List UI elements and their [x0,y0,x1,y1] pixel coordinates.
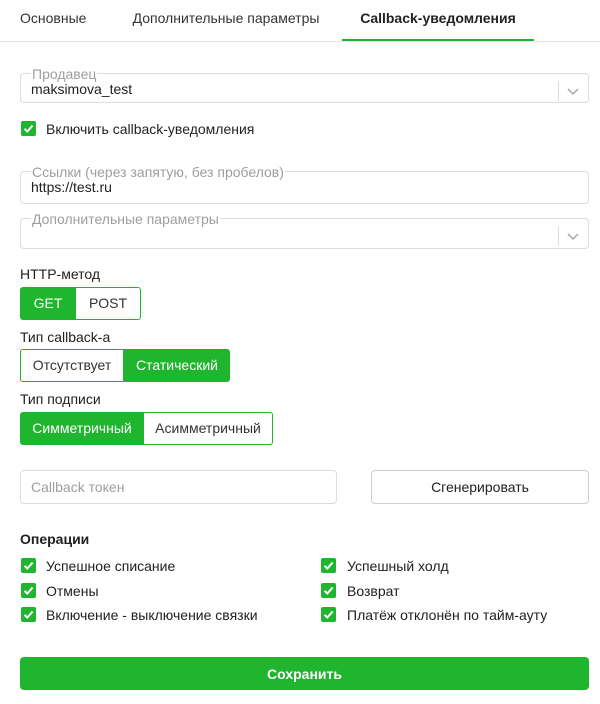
callback-type-none[interactable]: Отсутствует [20,349,124,382]
op-label-successful-charge: Успешное списание [46,558,176,574]
op-checkbox-cancellations[interactable] [21,583,36,598]
op-label-cancellations: Отмены [46,583,99,599]
signature-type-symmetric[interactable]: Симметричный [20,412,144,445]
links-value: https://test.ru [31,179,112,195]
check-icon [323,586,334,595]
save-button[interactable]: Сохранить [20,657,589,690]
check-icon [23,586,34,595]
links-field[interactable]: Ссылки (через запятую, без пробелов) htt… [20,163,589,204]
tab-callback-notifications[interactable]: Callback-уведомления [342,0,534,41]
select-separator [558,226,559,246]
callback-type-toggle: Отсутствует Статический [20,349,230,382]
extra-params-label: Дополнительные параметры [31,210,220,228]
signature-type-asymmetric[interactable]: Асимметричный [144,412,273,445]
signature-type-label: Тип подписи [20,391,101,407]
op-label-refund: Возврат [347,583,400,599]
op-checkbox-refund[interactable] [321,583,336,598]
operations-title: Операции [20,531,90,547]
chevron-down-icon[interactable] [565,228,581,244]
tab-bar: Основные Дополнительные параметры Callba… [0,0,600,42]
check-icon [323,610,334,619]
check-icon [23,124,34,133]
http-method-post[interactable]: POST [76,287,141,320]
enable-callback-checkbox[interactable] [21,121,36,136]
op-label-payment-timeout: Платёж отклонён по тайм-ауту [347,607,548,623]
tab-main[interactable]: Основные [0,0,100,41]
generate-token-button[interactable]: Сгенерировать [371,470,589,504]
check-icon [23,610,34,619]
enable-callback-label: Включить callback-уведомления [46,121,255,137]
extra-params-select[interactable]: Дополнительные параметры [20,210,589,249]
callback-type-label: Тип callback-а [20,329,111,345]
check-icon [323,561,334,570]
http-method-toggle: GET POST [20,287,141,320]
callback-type-static[interactable]: Статический [124,349,230,382]
op-checkbox-binding-toggle[interactable] [21,607,36,622]
select-separator [558,81,559,101]
tab-additional-params[interactable]: Дополнительные параметры [126,0,326,41]
chevron-down-icon[interactable] [565,83,581,99]
op-checkbox-successful-hold[interactable] [321,558,336,573]
op-checkbox-successful-charge[interactable] [21,558,36,573]
check-icon [23,561,34,570]
callback-token-input[interactable] [20,470,337,504]
op-checkbox-payment-timeout[interactable] [321,607,336,622]
http-method-label: HTTP-метод [20,266,101,282]
seller-value: maksimova_test [31,81,133,97]
signature-type-toggle: Симметричный Асимметричный [20,412,273,445]
op-label-successful-hold: Успешный холд [347,558,449,574]
seller-select[interactable]: Продавец maksimova_test [20,65,589,103]
op-label-binding-toggle: Включение - выключение связки [46,607,258,623]
http-method-get[interactable]: GET [20,287,76,320]
